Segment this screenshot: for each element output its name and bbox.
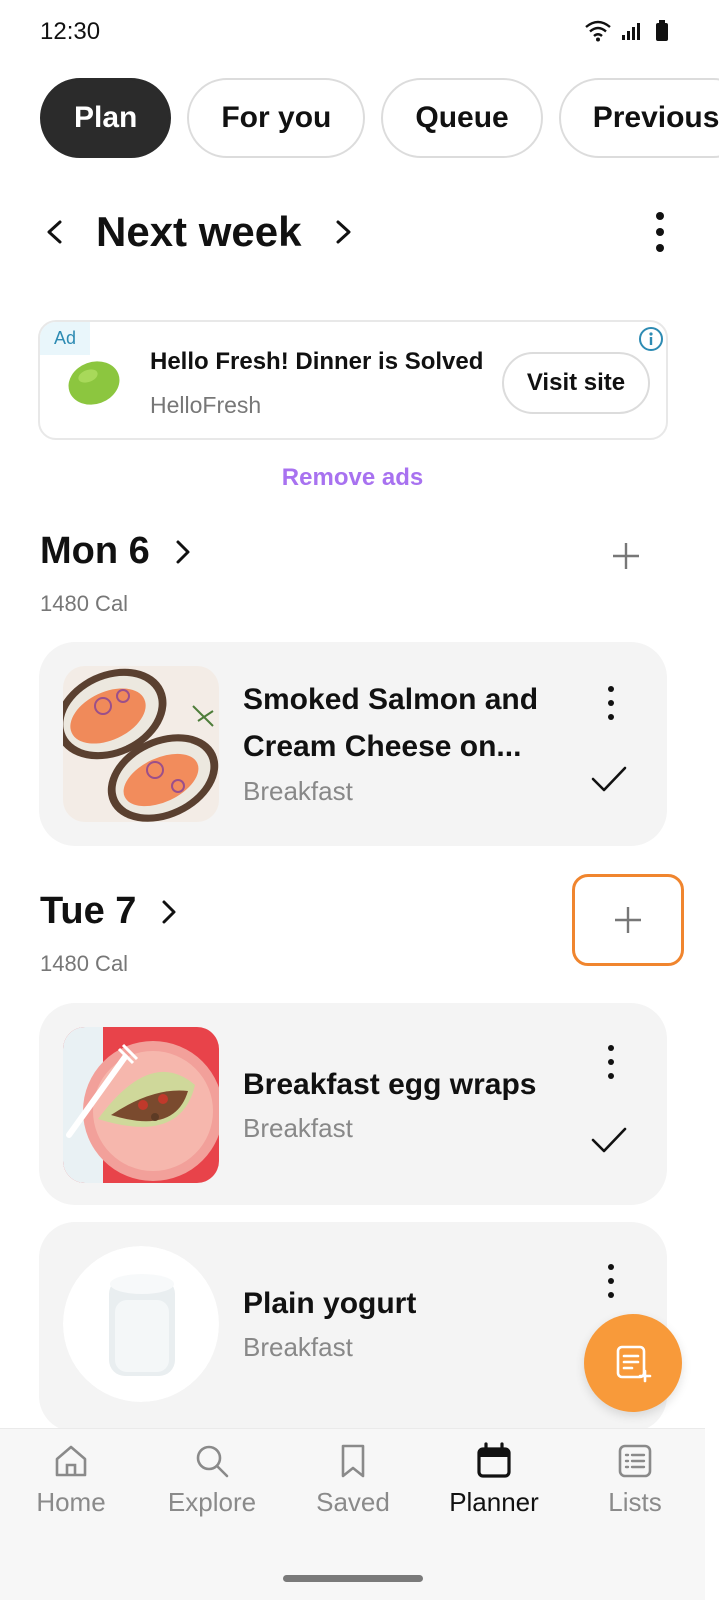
add-meal-button[interactable] xyxy=(602,532,650,580)
search-icon xyxy=(196,1445,229,1478)
add-to-list-fab[interactable] xyxy=(584,1314,682,1412)
ad-tag: Ad xyxy=(40,322,91,355)
nav-home[interactable]: Home xyxy=(6,1441,136,1518)
day-header-tue: Tue 7 1480 Cal xyxy=(40,874,684,977)
nav-saved[interactable]: Saved xyxy=(288,1441,418,1518)
calendar-icon xyxy=(477,1442,511,1478)
meal-card[interactable]: Smoked Salmon and Cream Cheese on... Bre… xyxy=(39,642,667,846)
chevron-right-icon[interactable] xyxy=(172,536,194,568)
bottom-nav: Home Explore Saved Planner Lists xyxy=(0,1428,705,1600)
info-icon[interactable] xyxy=(638,326,664,352)
meal-type: Breakfast xyxy=(243,1113,353,1143)
chevron-right-icon[interactable] xyxy=(158,896,180,928)
day-calories: 1480 Cal xyxy=(40,591,129,616)
meal-image-yogurt xyxy=(63,1246,219,1402)
meal-type: Breakfast xyxy=(243,1332,353,1362)
visit-site-button[interactable]: Visit site xyxy=(502,352,650,414)
battery-icon xyxy=(656,20,668,41)
planner-tabs: Plan For you Queue Previous xyxy=(40,78,719,158)
chevron-right-icon[interactable] xyxy=(329,214,357,250)
add-meal-button[interactable] xyxy=(572,874,684,966)
nav-planner[interactable]: Planner xyxy=(429,1441,559,1518)
day-title[interactable]: Mon 6 xyxy=(40,530,150,573)
meal-type: Breakfast xyxy=(243,776,353,806)
week-more-options-icon[interactable] xyxy=(650,212,670,252)
meal-name: Breakfast egg wraps xyxy=(243,1068,537,1101)
check-icon[interactable] xyxy=(589,1125,629,1155)
status-time: 12:30 xyxy=(40,18,101,45)
remove-ads-link[interactable]: Remove ads xyxy=(0,464,705,492)
plus-icon xyxy=(615,907,641,933)
tab-plan[interactable]: Plan xyxy=(40,78,172,158)
plus-icon xyxy=(613,543,639,569)
meal-card[interactable]: Breakfast egg wraps Breakfast xyxy=(39,1003,667,1205)
chevron-left-icon[interactable] xyxy=(40,214,68,250)
ad-advertiser: HelloFresh xyxy=(150,392,262,418)
week-header: Next week xyxy=(40,200,680,264)
hellofresh-lime-logo xyxy=(68,361,120,405)
list-icon xyxy=(618,1444,652,1478)
nav-lists[interactable]: Lists xyxy=(570,1441,700,1518)
meal-name: Smoked Salmon and Cream Cheese on... xyxy=(243,683,539,763)
ad-title: Hello Fresh! Dinner is Solved xyxy=(150,348,484,375)
wifi-icon xyxy=(585,20,611,42)
signal-icon xyxy=(622,23,640,40)
check-icon[interactable] xyxy=(589,764,629,794)
tab-previous[interactable]: Previous xyxy=(558,78,719,158)
meal-name: Plain yogurt xyxy=(243,1287,417,1320)
home-icon xyxy=(55,1445,87,1477)
day-header-mon: Mon 6 1480 Cal xyxy=(40,530,680,617)
list-add-icon xyxy=(616,1345,652,1383)
meal-image-egg-wraps xyxy=(63,1027,219,1183)
meal-image-salmon xyxy=(63,666,219,822)
tab-queue[interactable]: Queue xyxy=(381,78,543,158)
nav-explore[interactable]: Explore xyxy=(147,1441,277,1518)
meal-more-options-icon[interactable] xyxy=(605,686,617,720)
week-title: Next week xyxy=(96,208,302,255)
status-bar: 12:30 xyxy=(0,0,719,64)
meal-more-options-icon[interactable] xyxy=(605,1045,617,1079)
meal-more-options-icon[interactable] xyxy=(605,1264,617,1298)
meal-card[interactable]: Plain yogurt Breakfast xyxy=(39,1222,667,1432)
status-icons xyxy=(585,20,669,42)
ad-banner[interactable]: Ad Hello Fresh! Dinner is Solved HelloFr… xyxy=(38,320,668,440)
day-title[interactable]: Tue 7 xyxy=(40,890,136,933)
tab-for-you[interactable]: For you xyxy=(187,78,366,158)
bookmark-icon xyxy=(341,1444,365,1478)
home-indicator[interactable] xyxy=(283,1575,423,1582)
